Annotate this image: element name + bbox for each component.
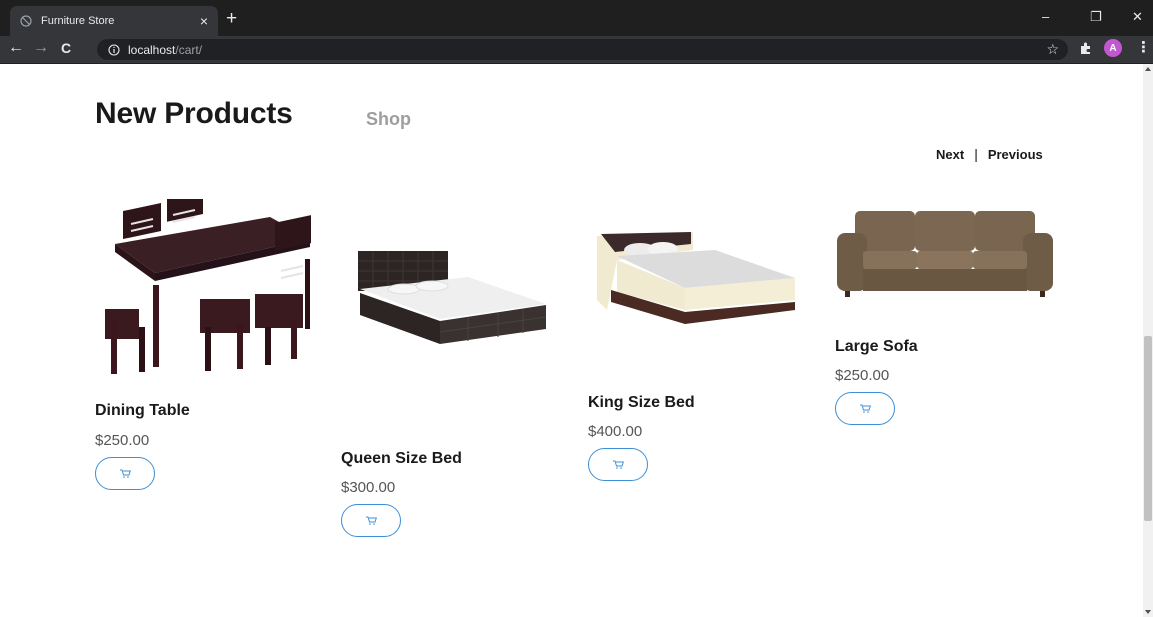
globe-icon (20, 15, 32, 27)
dining-table-image[interactable] (95, 186, 320, 377)
sofa-image[interactable] (835, 207, 1055, 299)
king-bed-image[interactable] (595, 230, 800, 328)
site-info-icon[interactable] (108, 43, 120, 56)
restore-icon[interactable]: ❐ (1090, 10, 1102, 23)
url-host: localhost (128, 42, 176, 57)
product-price: $250.00 (95, 432, 150, 449)
add-to-cart-button[interactable] (95, 457, 155, 490)
close-window-icon[interactable]: ✕ (1132, 10, 1143, 23)
new-tab-icon[interactable]: + (226, 9, 237, 28)
back-icon[interactable]: ← (8, 40, 24, 56)
profile-avatar[interactable]: A (1104, 39, 1122, 57)
product-price: $300.00 (341, 479, 396, 496)
forward-icon[interactable]: → (33, 40, 49, 56)
cart-icon (612, 456, 624, 474)
reload-icon[interactable]: C (61, 41, 71, 55)
pagination: Next | Previous (936, 146, 1043, 162)
browser-toolbar: ← → C localhost/cart/ ☆ A ⋮ (0, 36, 1153, 64)
cart-icon (365, 512, 377, 530)
queen-bed-image[interactable] (348, 249, 548, 344)
scrollbar-thumb[interactable] (1144, 336, 1152, 521)
cart-icon (859, 400, 871, 418)
page-scrollbar[interactable] (1143, 64, 1153, 617)
browser-tab-strip: Furniture Store × + – ❐ ✕ (0, 0, 1153, 36)
tab-title: Furniture Store (41, 15, 115, 27)
product-name[interactable]: Dining Table (95, 402, 190, 420)
url-path: /cart/ (175, 42, 203, 57)
minimize-icon[interactable]: – (1042, 10, 1049, 23)
address-bar[interactable]: localhost/cart/ ☆ (97, 39, 1068, 60)
page-title: New Products (95, 97, 293, 130)
tab-close-icon[interactable]: × (200, 14, 208, 28)
browser-tab[interactable]: Furniture Store × (10, 6, 218, 36)
product-price: $400.00 (588, 423, 643, 440)
bookmark-star-icon[interactable]: ☆ (1046, 41, 1059, 58)
shop-link[interactable]: Shop (366, 109, 411, 130)
extensions-puzzle-icon[interactable] (1078, 40, 1094, 56)
page-viewport: New Products Shop Next | Previous Dining… (0, 64, 1153, 617)
add-to-cart-button[interactable] (341, 504, 401, 537)
product-name[interactable]: Large Sofa (835, 338, 918, 356)
previous-link[interactable]: Previous (988, 147, 1043, 162)
product-name[interactable]: King Size Bed (588, 394, 695, 412)
browser-menu-icon[interactable]: ⋮ (1136, 40, 1151, 55)
product-name[interactable]: Queen Size Bed (341, 450, 462, 468)
pager-separator: | (974, 146, 978, 162)
add-to-cart-button[interactable] (588, 448, 648, 481)
scroll-up-arrow-icon[interactable] (1145, 67, 1151, 71)
product-price: $250.00 (835, 367, 890, 384)
scroll-down-arrow-icon[interactable] (1145, 610, 1151, 614)
url-text: localhost/cart/ (128, 43, 202, 57)
cart-icon (119, 465, 131, 483)
next-link[interactable]: Next (936, 147, 964, 162)
add-to-cart-button[interactable] (835, 392, 895, 425)
